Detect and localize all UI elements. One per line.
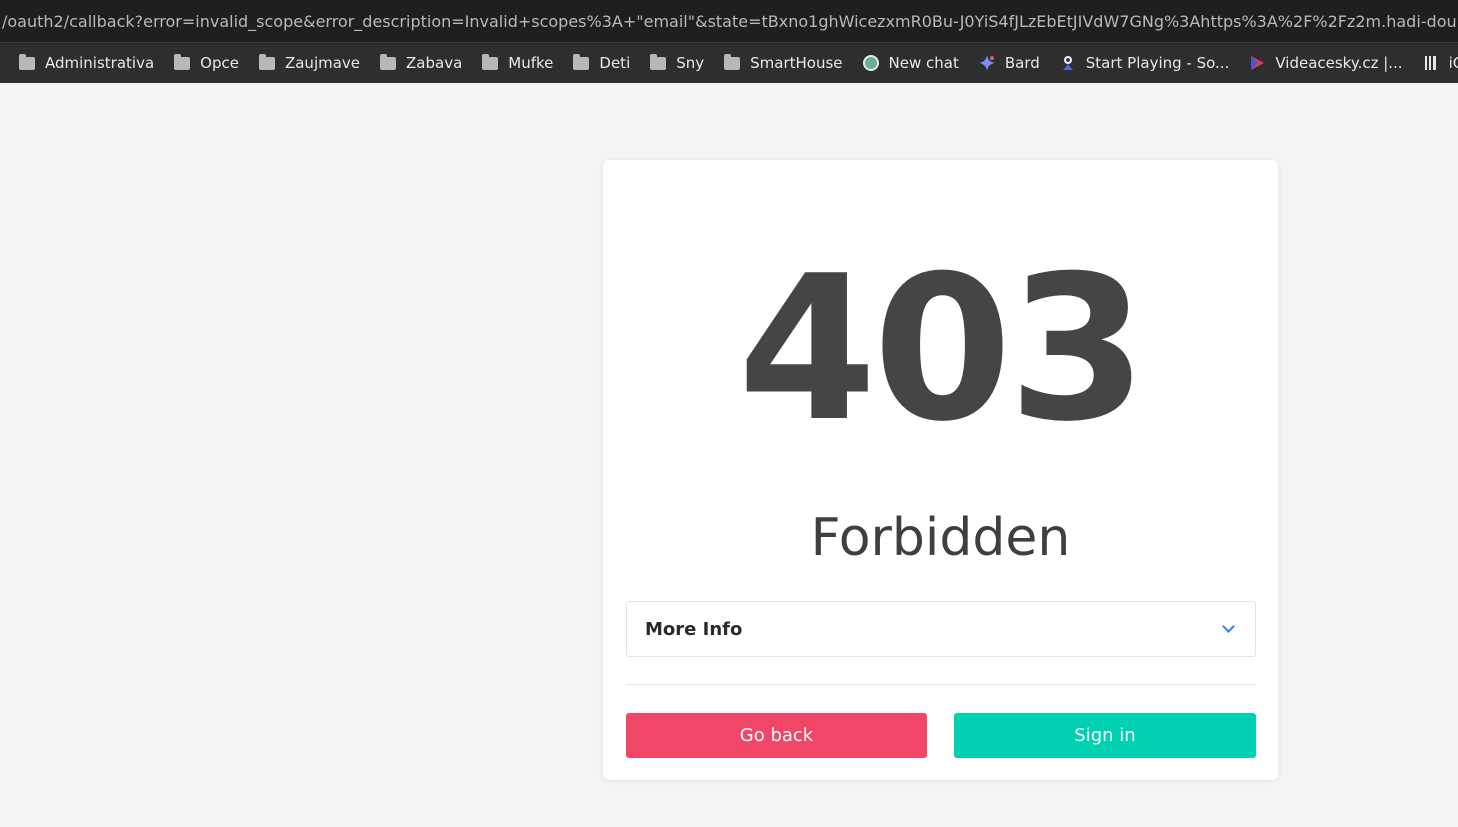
folder-icon — [649, 53, 667, 72]
bookmark-zabava[interactable]: Zabava — [379, 53, 463, 72]
chevron-down-icon — [1222, 620, 1235, 633]
bookmark-label: Deti — [599, 54, 631, 72]
bookmark-deti[interactable]: Deti — [572, 53, 631, 72]
game-icon — [1059, 54, 1077, 72]
bookmark-label: Sny — [676, 54, 705, 72]
bookmark-start-playing[interactable]: Start Playing - So... — [1059, 54, 1230, 72]
chatgpt-icon — [862, 54, 880, 72]
folder-icon — [173, 53, 191, 72]
bookmark-mufke[interactable]: Mufke — [481, 53, 554, 72]
bookmark-opce[interactable]: Opce — [173, 53, 239, 72]
more-info-toggle[interactable]: More Info — [626, 601, 1256, 657]
bookmark-label: Zabava — [406, 54, 463, 72]
error-status-text: Forbidden — [810, 508, 1071, 568]
more-info-label: More Info — [645, 618, 743, 640]
bookmark-bard[interactable]: Bard — [978, 54, 1040, 72]
folder-icon — [481, 53, 499, 72]
bookmark-label: Opce — [200, 54, 239, 72]
bookmark-label: iCanteen — [1448, 54, 1458, 72]
folder-icon — [572, 53, 590, 72]
play-icon — [1248, 54, 1266, 72]
bookmark-label: Videacesky.cz |... — [1275, 54, 1403, 72]
folder-icon — [723, 53, 741, 72]
bookmark-administrativa[interactable]: Administrativa — [18, 53, 155, 72]
go-back-button[interactable]: Go back — [626, 713, 927, 758]
sign-in-button[interactable]: Sign in — [954, 713, 1256, 758]
bookmarks-bar: Administrativa Opce Zaujmave Zabava Mufk… — [0, 42, 1458, 83]
error-code: 403 — [737, 233, 1147, 466]
bookmark-new-chat[interactable]: New chat — [862, 54, 959, 72]
folder-icon — [379, 53, 397, 72]
cutlery-icon — [1422, 54, 1440, 72]
bookmark-label: Bard — [1004, 54, 1040, 72]
bookmark-videacesky[interactable]: Videacesky.cz |... — [1248, 54, 1403, 72]
folder-icon — [18, 53, 36, 72]
bard-sparkle-icon — [978, 54, 996, 72]
bookmark-label: Start Playing - So... — [1085, 54, 1230, 72]
bookmark-label: Mufke — [508, 54, 554, 72]
error-card: 403 Forbidden More Info Go back Sign in — [603, 160, 1278, 780]
bookmark-sny[interactable]: Sny — [649, 53, 705, 72]
address-bar[interactable]: /oauth2/callback?error=invalid_scope&err… — [0, 0, 1458, 42]
bookmark-smarthouse[interactable]: SmartHouse — [723, 53, 843, 72]
bookmark-label: New chat — [888, 54, 959, 72]
divider — [626, 684, 1256, 685]
bookmark-label: Administrativa — [45, 54, 155, 72]
bookmark-icanteen[interactable]: iCanteen — [1422, 54, 1458, 72]
folder-icon — [258, 53, 276, 72]
bookmark-label: SmartHouse — [750, 54, 843, 72]
bookmark-label: Zaujmave — [284, 54, 361, 72]
bookmark-zaujmave[interactable]: Zaujmave — [258, 53, 361, 72]
